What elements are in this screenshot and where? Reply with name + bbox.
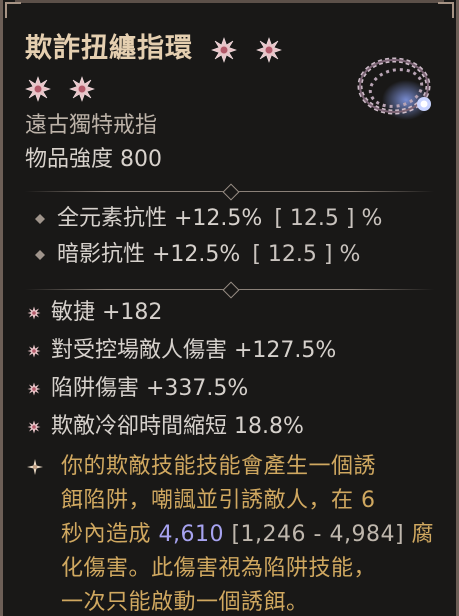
affix-text: 欺敵冷卻時間縮短 18.8%: [51, 414, 304, 439]
section-divider: [25, 281, 434, 299]
item-type: 遠古獨特戒指: [25, 113, 158, 138]
unique-power-line: 一次只能啟動一個誘餌。: [61, 590, 309, 615]
unique-power-line: 化傷害。此傷害視為陷阱技能，: [61, 556, 377, 581]
greater-affix-star-icon: [27, 344, 41, 358]
diamond-bullet-icon: [35, 250, 45, 260]
unique-power: 你的欺敵技能技能會產生一個誘 餌陷阱，嘲諷並引誘敵人，在 6 秒內造成 4,61…: [27, 450, 447, 616]
unique-power-line: 你的欺敵技能技能會產生一個誘: [61, 454, 377, 479]
section-divider: [25, 183, 434, 201]
greater-affix-star-icon: [27, 420, 41, 434]
affix-text: 對受控場敵人傷害 +127.5%: [51, 338, 337, 363]
greater-affix-star-icon: [27, 306, 41, 320]
unique-power-sparkle-icon: [27, 459, 43, 475]
item-tooltip: 欺詐扭纏指環 遠古獨特戒指 物品強度 800 全元素抗性 +12.5% [12…: [0, 0, 459, 616]
item-title: 欺詐扭纏指環: [25, 30, 345, 107]
star-icon: [211, 37, 238, 63]
implicit-stat-range: [ 12.5 ] %: [274, 206, 383, 231]
item-name: 欺詐扭纏指環: [25, 33, 193, 64]
twisted-ring-icon: [357, 57, 431, 120]
unique-power-text: 你的欺敵技能技能會產生一個誘 餌陷阱，嘲諷並引誘敵人，在 6 秒內造成 4,61…: [27, 450, 447, 616]
tooltip-top-edge: [15, 0, 444, 3]
implicit-stat-row: 全元素抗性 +12.5% [ 12.5 ] %: [33, 203, 446, 235]
implicit-stat-range: [ 12.5 ] %: [252, 242, 361, 267]
tooltip-corner-ornament: [438, 2, 454, 18]
unique-power-line: 秒內造成: [61, 522, 159, 547]
unique-power-line: 腐: [404, 522, 435, 547]
affix-row: 敏捷 +182: [27, 297, 446, 329]
greater-affix-star-icon: [27, 382, 41, 396]
implicit-stat-text: 暗影抗性 +12.5%: [57, 242, 241, 267]
star-icon: [69, 75, 96, 102]
affix-text: 陷阱傷害 +337.5%: [51, 376, 249, 401]
unique-power-line: 餌陷阱，嘲諷並引誘敵人，在 6: [61, 488, 376, 513]
tooltip-corner-ornament: [5, 2, 21, 18]
implicit-stat-text: 全元素抗性 +12.5%: [57, 206, 263, 231]
affix-row: 陷阱傷害 +337.5%: [27, 373, 446, 405]
affix-text: 敏捷 +182: [51, 300, 163, 325]
affix-row: 欺敵冷卻時間縮短 18.8%: [27, 411, 446, 443]
diamond-bullet-icon: [35, 214, 45, 224]
item-power: 物品強度 800: [25, 147, 162, 172]
star-icon: [25, 75, 51, 102]
damage-value: 4,610: [158, 522, 224, 547]
implicit-stat-row: 暗影抗性 +12.5% [ 12.5 ] %: [33, 239, 446, 271]
affix-row: 對受控場敵人傷害 +127.5%: [27, 335, 446, 367]
star-icon: [255, 37, 282, 63]
greater-affix-stars-line2: [17, 69, 96, 107]
damage-range: [1,246 - 4,984]: [223, 522, 405, 547]
greater-affix-stars-line1: [203, 31, 282, 69]
